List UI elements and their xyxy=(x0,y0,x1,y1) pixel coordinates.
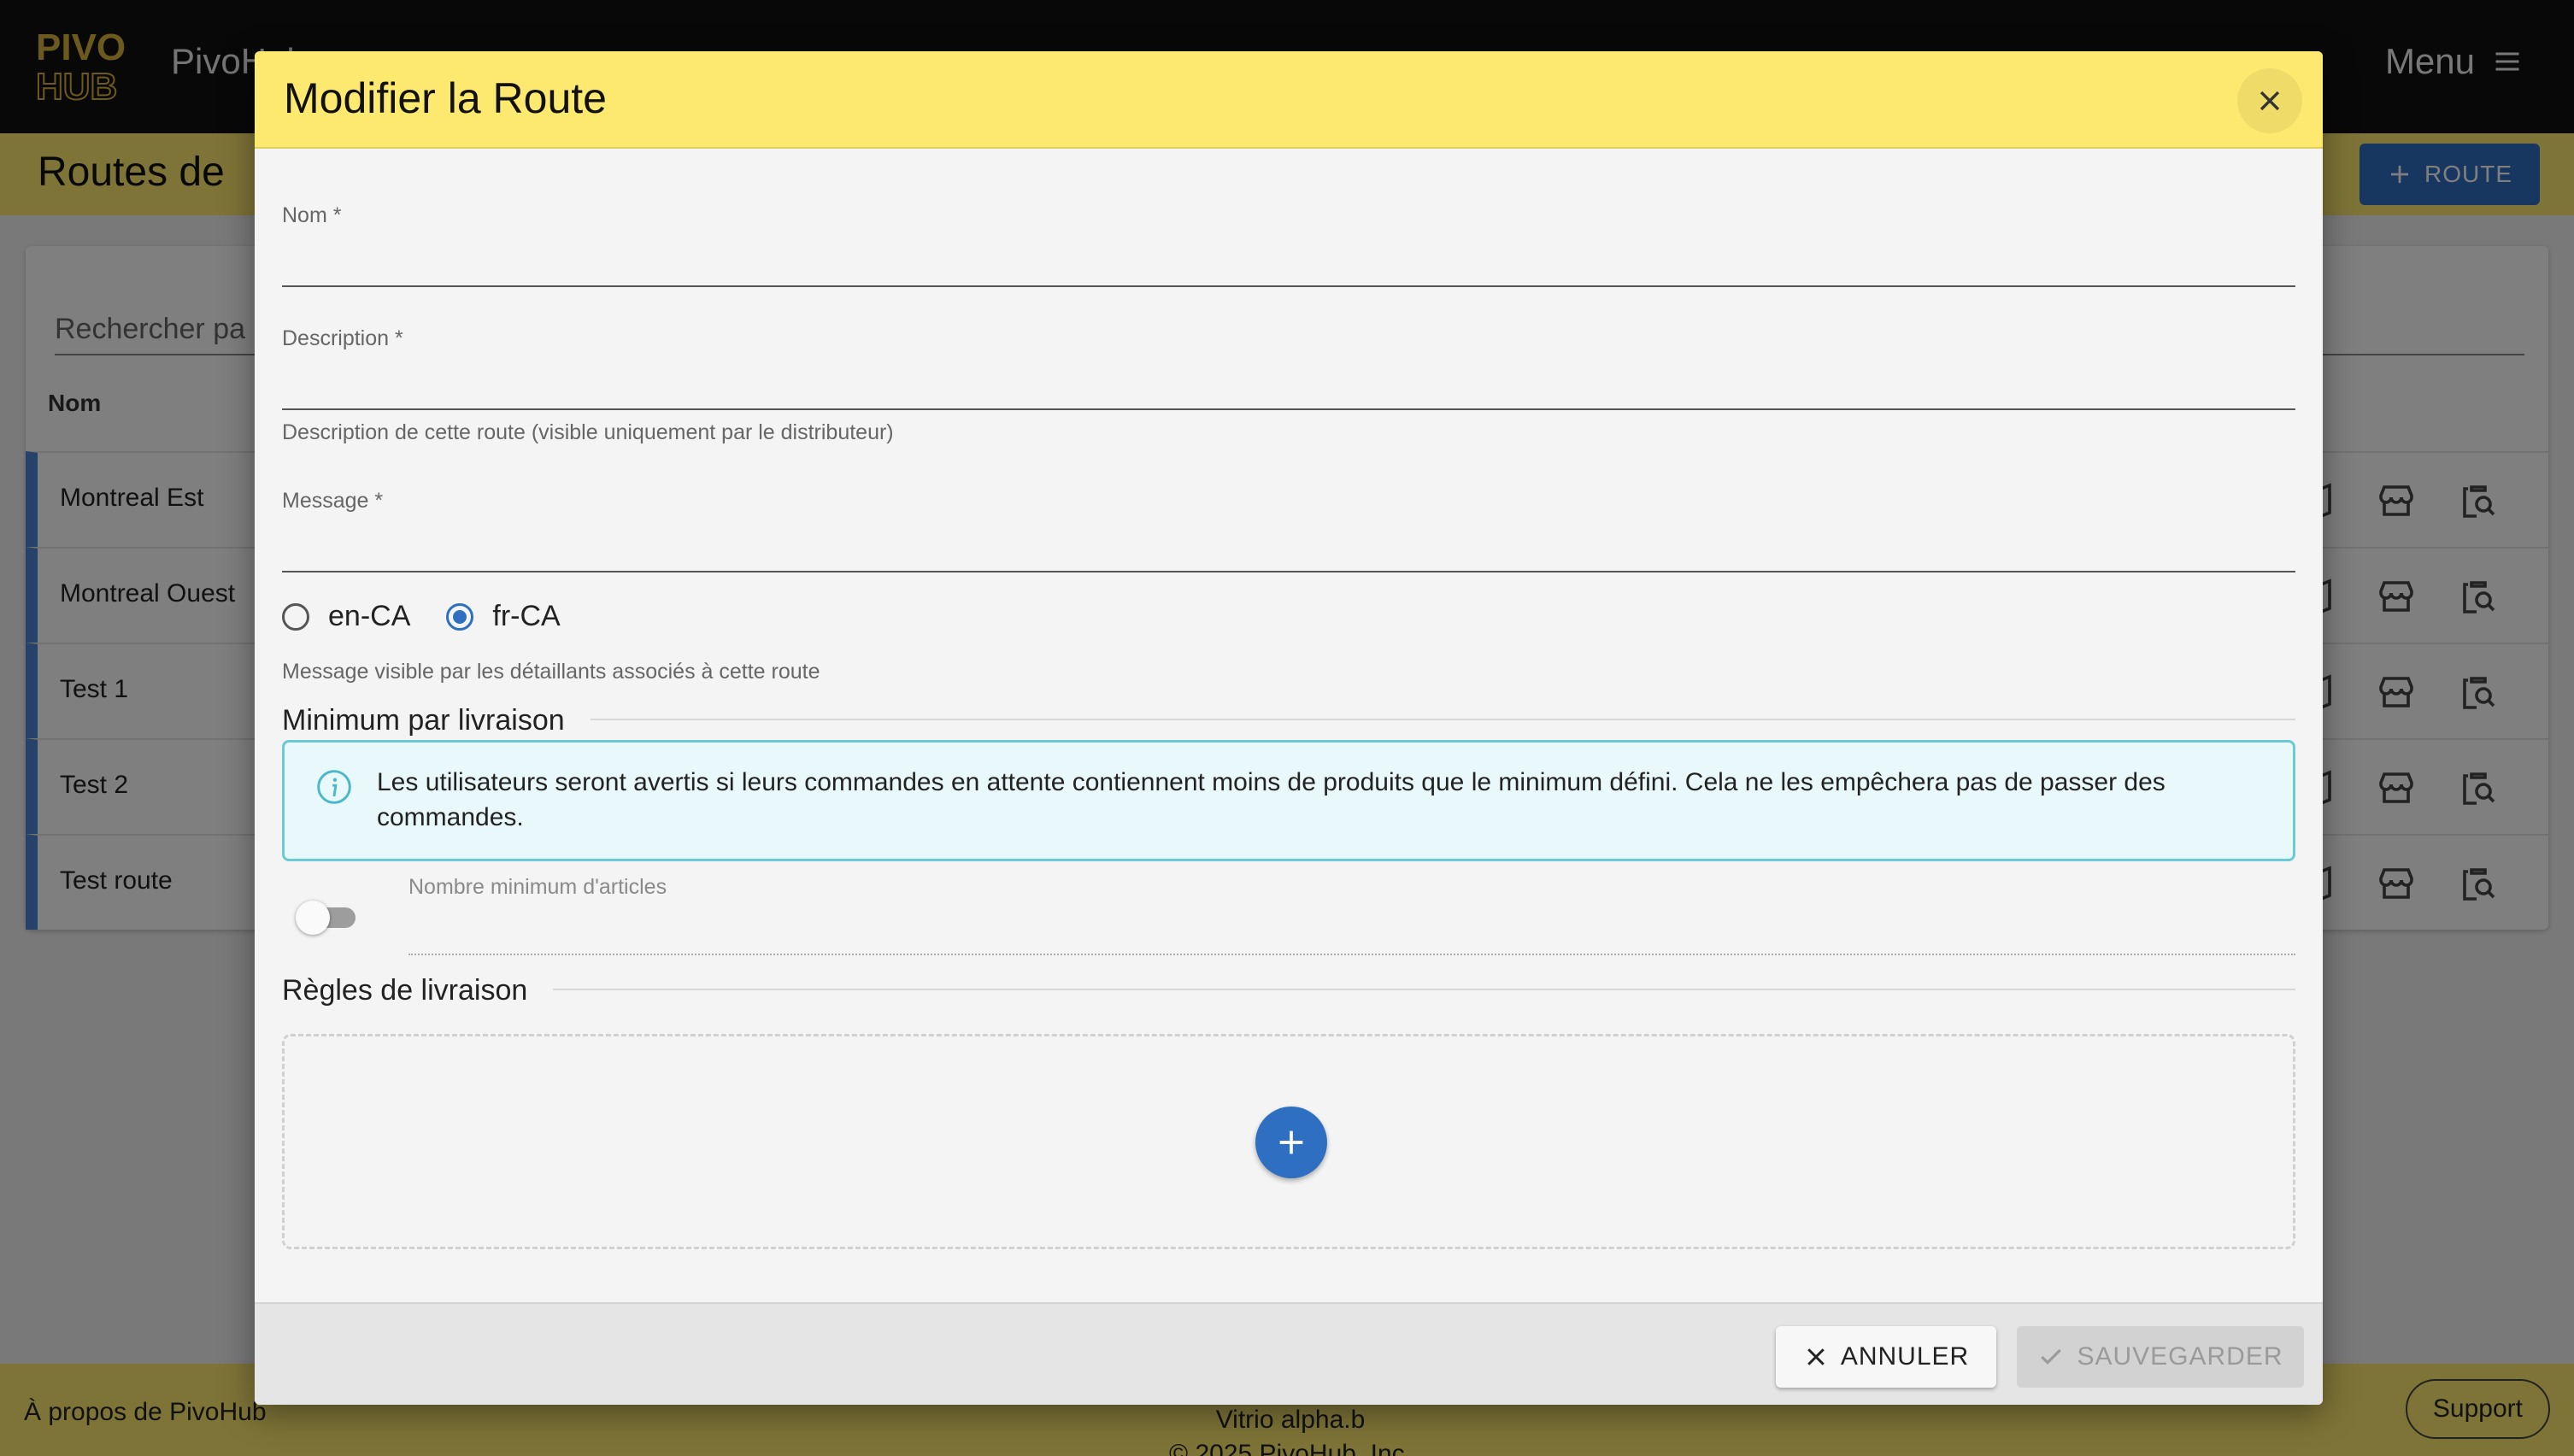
message-label: Message * xyxy=(282,489,384,513)
description-label: Description * xyxy=(282,326,403,350)
dialog-footer: ANNULER SAUVEGARDER xyxy=(255,1302,2323,1405)
description-input[interactable] xyxy=(282,364,2295,402)
min-section-title: Minimum par livraison xyxy=(282,704,591,737)
close-icon xyxy=(1807,1348,1825,1365)
edit-route-dialog: Modifier la Route Nom * Description * De… xyxy=(255,51,2323,1405)
radio-label: en-CA xyxy=(328,600,411,632)
info-text: Les utilisateurs seront avertis si leurs… xyxy=(377,768,2166,831)
info-alert: Les utilisateurs seront avertis si leurs… xyxy=(282,740,2295,861)
radio-fr-ca[interactable]: fr-CA xyxy=(446,600,561,633)
toggle-thumb xyxy=(296,901,330,935)
check-icon xyxy=(2041,1348,2062,1365)
plus-icon xyxy=(1279,1130,1303,1154)
rules-section-title: Règles de livraison xyxy=(282,974,554,1007)
close-icon xyxy=(2260,91,2280,111)
dialog-header: Modifier la Route xyxy=(255,51,2323,149)
description-helper: Description de cette route (visible uniq… xyxy=(282,420,894,444)
name-underline xyxy=(282,285,2295,287)
radio-button-checked[interactable] xyxy=(446,602,474,631)
min-toggle[interactable] xyxy=(296,899,359,935)
cancel-button[interactable]: ANNULER xyxy=(1776,1326,1996,1388)
message-input[interactable] xyxy=(282,526,2295,564)
section-divider xyxy=(282,989,2295,990)
cancel-label: ANNULER xyxy=(1840,1342,1970,1371)
min-items-underline xyxy=(408,954,2295,955)
delivery-rules-area xyxy=(282,1034,2295,1249)
radio-button[interactable] xyxy=(282,602,309,631)
name-input[interactable] xyxy=(282,241,2295,279)
radio-en-ca[interactable]: en-CA xyxy=(282,600,410,633)
min-items-label: Nombre minimum d'articles xyxy=(408,875,667,899)
add-rule-button[interactable] xyxy=(1255,1107,1327,1178)
description-underline xyxy=(282,408,2295,410)
dialog-title: Modifier la Route xyxy=(284,74,607,122)
message-helper: Message visible par les détaillants asso… xyxy=(282,660,820,684)
save-label: SAUVEGARDER xyxy=(2077,1342,2283,1371)
close-button[interactable] xyxy=(2237,68,2302,133)
language-radio-group: en-CA fr-CA xyxy=(282,600,596,633)
min-items-input[interactable] xyxy=(408,907,2295,945)
name-label: Nom * xyxy=(282,203,342,227)
radio-label: fr-CA xyxy=(492,600,561,632)
info-icon xyxy=(317,770,351,804)
save-button[interactable]: SAUVEGARDER xyxy=(2017,1326,2304,1388)
message-underline xyxy=(282,571,2295,572)
